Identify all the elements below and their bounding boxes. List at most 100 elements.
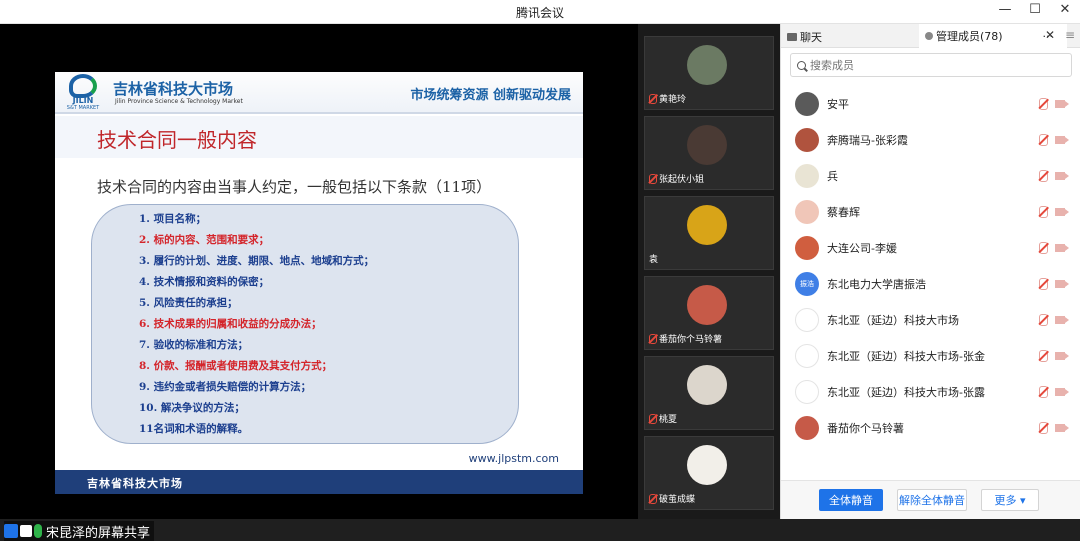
member-search[interactable] xyxy=(790,53,1072,77)
member-name: 东北亚（延边）科技大市场 xyxy=(827,314,959,327)
video-tile[interactable]: 张起伏小姐 xyxy=(644,116,774,190)
mic-muted-icon[interactable] xyxy=(1039,170,1048,182)
clause-item: 10. 解决争议的方法； xyxy=(139,402,245,414)
clause-item: 8. 价款、报酬或者使用费及其支付方式； xyxy=(139,360,333,372)
clause-item: 5. 风险责任的承担； xyxy=(139,297,238,309)
camera-off-icon[interactable] xyxy=(1055,136,1069,144)
member-row[interactable]: 大连公司-李媛 xyxy=(781,230,1080,266)
member-name: 大连公司-李媛 xyxy=(827,242,897,255)
photo-icon xyxy=(687,45,727,85)
member-name: 东北亚（延边）科技大市场-张金 xyxy=(827,350,985,363)
member-row[interactable]: 振浩 东北电力大学唐振浩 xyxy=(781,266,1080,302)
avatar xyxy=(795,416,819,440)
tab-chat-label: 聊天 xyxy=(800,31,822,44)
avatar xyxy=(795,164,819,188)
slide-header: JILIN S&T MARKET 吉林省科技大市场 Jilin Province… xyxy=(55,72,583,114)
footer-url: www.jlpstm.com xyxy=(468,452,559,465)
participant-name-label: 破茧成蝶 xyxy=(659,495,696,505)
clause-item: 7. 验收的标准和方法； xyxy=(139,339,249,351)
share-indicator[interactable]: 宋昆泽的屏幕共享 xyxy=(4,521,155,541)
member-list[interactable]: 安平奔腾瑞马-张彩霞兵蔡春辉大连公司-李媛振浩 东北电力大学唐振浩东北亚（延边）科… xyxy=(781,82,1080,480)
photo-icon xyxy=(687,365,727,405)
mic-muted-icon[interactable] xyxy=(1039,242,1048,254)
mic-muted-icon[interactable] xyxy=(1039,134,1048,146)
participant-name: 袁 xyxy=(649,252,658,265)
close-button[interactable]: ✕ xyxy=(1056,2,1074,17)
camera-off-icon[interactable] xyxy=(1055,280,1069,288)
maximize-button[interactable]: ☐ xyxy=(1026,2,1044,17)
title-bar: 腾讯会议 — ☐ ✕ xyxy=(0,0,1080,24)
logo-subtext: S&T MARKET xyxy=(66,105,100,111)
member-name: 东北亚（延边）科技大市场-张露 xyxy=(827,386,985,399)
camera-off-icon[interactable] xyxy=(1055,424,1069,432)
slide-subtitle: 技术合同的内容由当事人约定，一般包括以下条款（11项） xyxy=(97,178,492,196)
avatar xyxy=(795,92,819,116)
menu-icon[interactable]: ≡ xyxy=(1065,28,1075,42)
clause-item: 6. 技术成果的归属和收益的分成办法； xyxy=(139,318,322,330)
mic-muted-icon xyxy=(649,173,657,184)
member-row[interactable]: 兵 xyxy=(781,158,1080,194)
org-name-cn: 吉林省科技大市场 xyxy=(113,80,234,98)
video-tile[interactable]: 破茧成蝶 xyxy=(644,436,774,510)
sunflower-icon xyxy=(687,205,727,245)
clause-item: 1. 项目名称； xyxy=(139,213,207,225)
video-tile[interactable]: 黄艳玲 xyxy=(644,36,774,110)
unmute-all-button[interactable]: 解除全体静音 xyxy=(897,489,967,511)
mic-muted-icon[interactable] xyxy=(1039,422,1048,434)
logo-text: JILIN xyxy=(72,96,94,105)
footer-org: 吉林省科技大市场 xyxy=(87,477,183,490)
mic-muted-icon[interactable] xyxy=(1039,386,1048,398)
window-controls: — ☐ ✕ xyxy=(996,2,1074,17)
avatar xyxy=(795,308,819,332)
camera-off-icon[interactable] xyxy=(1055,100,1069,108)
photo-icon xyxy=(687,125,727,165)
avatar xyxy=(795,344,819,368)
member-row[interactable]: 东北亚（延边）科技大市场 xyxy=(781,302,1080,338)
close-panel-icon[interactable]: ✕ xyxy=(1045,28,1055,42)
mic-muted-icon[interactable] xyxy=(1039,278,1048,290)
anime-girl-icon xyxy=(687,285,727,325)
member-row[interactable]: 东北亚（延边）科技大市场-张露 xyxy=(781,374,1080,410)
mute-all-button[interactable]: 全体静音 xyxy=(819,489,883,511)
member-row[interactable]: 东北亚（延边）科技大市场-张金 xyxy=(781,338,1080,374)
member-row[interactable]: 奔腾瑞马-张彩霞 xyxy=(781,122,1080,158)
video-tile[interactable]: 桃夏 xyxy=(644,356,774,430)
member-row[interactable]: 安平 xyxy=(781,86,1080,122)
participant-name-label: 张起伏小姐 xyxy=(659,175,705,185)
search-input[interactable] xyxy=(810,58,1050,72)
camera-off-icon[interactable] xyxy=(1055,388,1069,396)
window-title: 腾讯会议 xyxy=(515,6,564,20)
participant-name: 桃夏 xyxy=(649,412,677,425)
participant-name-label: 桃夏 xyxy=(659,415,678,425)
avatar xyxy=(795,200,819,224)
mic-muted-icon[interactable] xyxy=(1039,314,1048,326)
logo-mark-icon xyxy=(69,74,97,98)
camera-off-icon[interactable] xyxy=(1055,172,1069,180)
video-tile[interactable]: 袁 xyxy=(644,196,774,270)
mic-muted-icon xyxy=(649,93,657,104)
video-strip[interactable]: 黄艳玲张起伏小姐袁番茄你个马铃薯 桃夏破茧成蝶 xyxy=(638,24,780,519)
camera-off-icon[interactable] xyxy=(1055,352,1069,360)
minimize-button[interactable]: — xyxy=(996,2,1014,17)
mic-muted-icon[interactable] xyxy=(1039,350,1048,362)
search-icon xyxy=(797,60,806,70)
tab-members-label: 管理成员(78) xyxy=(936,30,1003,43)
more-button[interactable]: 更多 ▾ xyxy=(981,489,1039,511)
mic-muted-icon[interactable] xyxy=(1039,206,1048,218)
video-tile[interactable]: 番茄你个马铃薯 xyxy=(644,276,774,350)
camera-off-icon[interactable] xyxy=(1055,208,1069,216)
panel-tabs: 聊天 管理成员(78) ··· ✕ ≡ xyxy=(781,24,1080,48)
member-row[interactable]: 番茄你个马铃薯 xyxy=(781,410,1080,446)
member-row[interactable]: 蔡春辉 xyxy=(781,194,1080,230)
participant-name-label: 番茄你个马铃薯 xyxy=(659,335,723,345)
org-name-en: Jilin Province Science & Technology Mark… xyxy=(115,98,243,105)
camera-off-icon[interactable] xyxy=(1055,316,1069,324)
member-actions: 全体静音 解除全体静音 更多 ▾ xyxy=(781,480,1080,519)
camera-off-icon[interactable] xyxy=(1055,244,1069,252)
mic-muted-icon[interactable] xyxy=(1039,98,1048,110)
clause-list: 1. 项目名称； 2. 标的内容、范围和要求； 3. 履行的计划、进度、期限、地点、… xyxy=(139,209,374,440)
member-name: 奔腾瑞马-张彩霞 xyxy=(827,134,908,147)
chat-icon xyxy=(787,33,797,41)
avatar xyxy=(795,380,819,404)
tab-chat[interactable]: 聊天 xyxy=(787,29,822,45)
